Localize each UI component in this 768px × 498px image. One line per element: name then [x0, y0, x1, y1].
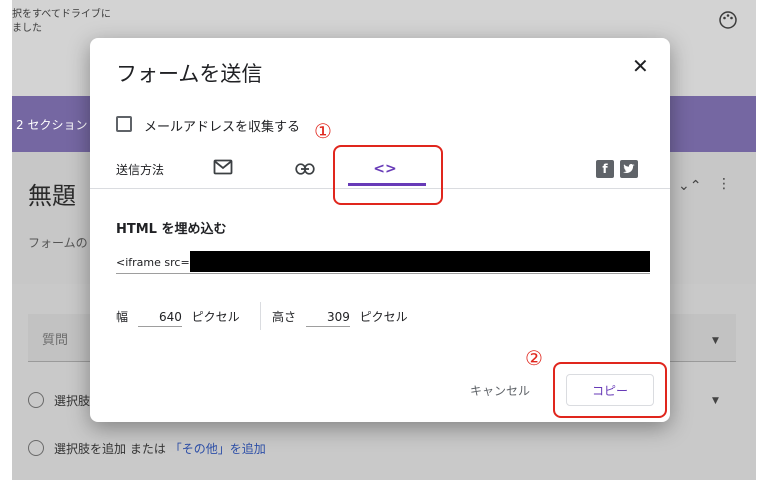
or-text: または [129, 442, 166, 456]
annotation-marker-2: ② [525, 346, 543, 370]
save-notice-line2: ました [12, 23, 42, 34]
embed-heading: HTML を埋め込む [116, 222, 227, 237]
save-notice: 択をすべてドライブに ました [12, 8, 111, 36]
height-label: 高さ [272, 310, 297, 324]
redaction-bar [190, 251, 650, 272]
close-icon[interactable]: ✕ [632, 54, 649, 78]
annotation-marker-1: ① [314, 119, 332, 143]
question-type-dropdown-icon[interactable]: ▼ [712, 336, 719, 346]
tab-email[interactable] [208, 152, 238, 186]
collapse-icon[interactable]: ⌄⌃ [678, 178, 701, 194]
mail-icon [213, 159, 233, 179]
facebook-icon[interactable]: f [596, 160, 614, 178]
height-group: 高さ 309 ピクセル [272, 308, 408, 327]
width-label: 幅 [116, 310, 129, 324]
more-vert-icon[interactable]: ⋮ [717, 176, 731, 192]
width-group: 幅 640 ピクセル [116, 308, 240, 327]
collect-email-label: メールアドレスを収集する [144, 120, 301, 135]
twitter-icon[interactable] [620, 160, 638, 178]
height-input[interactable]: 309 [305, 310, 350, 327]
link-icon [295, 160, 315, 179]
cancel-button[interactable]: キャンセル [470, 382, 530, 399]
form-description[interactable]: フォームの [28, 234, 88, 251]
option-dropdown-icon[interactable]: ▼ [712, 396, 719, 406]
width-input[interactable]: 640 [137, 310, 182, 327]
form-title[interactable]: 無題 [28, 176, 76, 211]
embed-code-text: <iframe src= [116, 256, 190, 269]
save-notice-line1: 択をすべてドライブに [12, 9, 111, 20]
size-separator [260, 302, 261, 330]
tab-link[interactable] [290, 152, 320, 186]
width-unit: ピクセル [191, 310, 240, 324]
annotation-box-1 [333, 145, 443, 205]
palette-icon[interactable] [718, 10, 738, 34]
send-method-label: 送信方法 [116, 163, 165, 177]
add-option-row: 選択肢を追加 または 「その他」を追加 [54, 440, 266, 457]
dialog-title: フォームを送信 [116, 62, 263, 86]
option-text[interactable]: 選択肢 [54, 392, 90, 409]
radio-icon [28, 392, 44, 408]
annotation-box-2 [553, 362, 667, 418]
radio-icon [28, 440, 44, 456]
height-unit: ピクセル [359, 310, 408, 324]
embed-code-field[interactable]: <iframe src= [116, 250, 650, 274]
add-other-link[interactable]: 「その他」を追加 [170, 442, 266, 456]
section-label: 2 セクション [16, 118, 88, 132]
question-placeholder: 質問 [42, 333, 69, 348]
add-option-link[interactable]: 選択肢を追加 [54, 442, 126, 456]
collect-email-checkbox[interactable] [116, 116, 132, 132]
